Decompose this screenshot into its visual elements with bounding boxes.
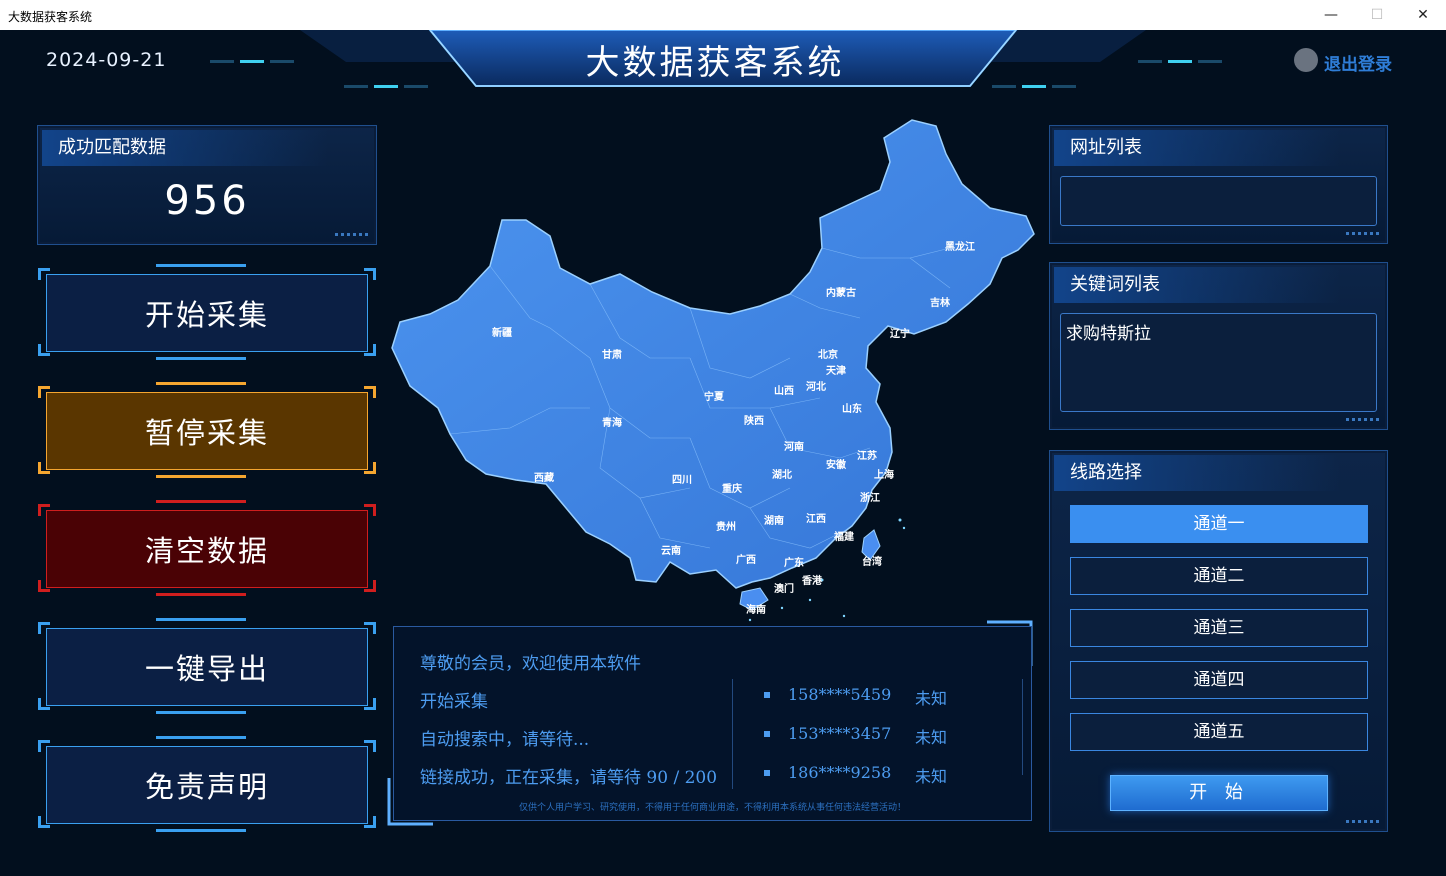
logout-label: 退出登录 <box>1324 55 1392 75</box>
phone-number: 186****9258 <box>788 763 892 782</box>
province-label: 广东 <box>784 558 804 569</box>
log-line: 尊敬的会员，欢迎使用本软件 <box>420 654 641 674</box>
phone-status: 未知 <box>915 689 948 708</box>
province-label: 新疆 <box>492 328 512 339</box>
china-map: 黑龙江 吉林 辽宁 内蒙古 北京 天津 河北 山西 山东 新疆 甘肃 宁夏 陕西… <box>390 108 1040 628</box>
province-label: 江西 <box>806 514 826 525</box>
phone-number: 158****5459 <box>788 685 892 704</box>
province-label: 青海 <box>602 418 622 429</box>
keyword-list-title: 关键词列表 <box>1054 267 1340 303</box>
province-label: 甘肃 <box>602 350 622 361</box>
phone-number: 153****3457 <box>788 724 892 743</box>
route-title: 线路选择 <box>1054 455 1340 491</box>
minimize-button[interactable]: — <box>1308 0 1354 30</box>
header-dashes-right <box>1138 60 1228 64</box>
keyword-list-value: 求购特斯拉 <box>1066 324 1151 344</box>
channel-5-button[interactable]: 通道五 <box>1070 713 1368 751</box>
province-label: 福建 <box>834 532 854 543</box>
log-panel: 尊敬的会员，欢迎使用本软件 开始采集 自动搜索中，请等待... 链接成功，正在采… <box>393 626 1032 821</box>
disclaimer-label: 免责声明 <box>46 746 368 824</box>
start-collect-button[interactable]: 开始采集 <box>38 264 376 360</box>
route-panel: 线路选择 通道一 通道二 通道三 通道四 通道五 开 始 <box>1049 450 1388 832</box>
log-line: 自动搜索中，请等待... <box>420 730 590 750</box>
province-label: 湖南 <box>764 516 784 527</box>
province-label: 香港 <box>802 576 822 587</box>
province-label: 山东 <box>842 404 862 415</box>
log-scrollbar[interactable] <box>1022 679 1023 775</box>
province-label: 重庆 <box>722 484 742 495</box>
avatar-icon <box>1294 48 1318 72</box>
panel-dots <box>1343 220 1379 239</box>
province-label: 吉林 <box>930 298 950 309</box>
pause-collect-button[interactable]: 暂停采集 <box>38 382 376 478</box>
province-label: 云南 <box>661 546 681 557</box>
export-button[interactable]: 一键导出 <box>38 618 376 714</box>
channel-1-button[interactable]: 通道一 <box>1070 505 1368 543</box>
channel-3-button[interactable]: 通道三 <box>1070 609 1368 647</box>
clear-data-button[interactable]: 清空数据 <box>38 500 376 596</box>
header-dashes-right-low <box>992 85 1082 89</box>
province-label: 宁夏 <box>704 392 724 403</box>
disclaimer-button[interactable]: 免责声明 <box>38 736 376 832</box>
province-label: 上海 <box>874 470 894 481</box>
province-label: 辽宁 <box>890 329 910 340</box>
province-label: 澳门 <box>774 584 794 595</box>
bullet-icon <box>764 731 770 737</box>
url-list-panel: 网址列表 <box>1049 125 1388 244</box>
province-label: 四川 <box>672 475 692 486</box>
bullet-icon <box>764 770 770 776</box>
province-label: 陕西 <box>744 416 764 427</box>
province-label: 台湾 <box>862 557 882 568</box>
match-count-panel: 成功匹配数据 956 <box>37 125 377 245</box>
province-label: 山西 <box>774 386 794 397</box>
app-title: 大数据获客系统 <box>585 43 845 83</box>
province-label: 贵州 <box>716 522 736 533</box>
header-dashes-left-low <box>344 85 434 89</box>
log-line: 链接成功，正在采集，请等待 90 / 200 <box>420 768 718 788</box>
window-title: 大数据获客系统 <box>8 10 93 24</box>
province-label: 河北 <box>806 382 826 393</box>
start-collect-label: 开始采集 <box>46 274 368 352</box>
province-label: 西藏 <box>534 473 554 484</box>
province-label: 河南 <box>784 442 804 453</box>
start-button[interactable]: 开 始 <box>1110 775 1328 811</box>
panel-dots <box>1343 808 1379 827</box>
keyword-list-input[interactable]: 求购特斯拉 <box>1060 313 1377 412</box>
province-label: 安徽 <box>826 460 846 471</box>
close-button[interactable]: ✕ <box>1400 0 1446 30</box>
province-label: 天津 <box>826 366 846 377</box>
panel-dots <box>1343 406 1379 425</box>
window-titlebar: 大数据获客系统 — ☐ ✕ <box>0 0 1446 30</box>
match-count-value: 956 <box>164 178 250 224</box>
keyword-list-panel: 关键词列表 求购特斯拉 <box>1049 262 1388 430</box>
china-map-shape <box>391 119 1035 628</box>
url-list-title: 网址列表 <box>1054 130 1340 166</box>
log-line: 开始采集 <box>420 692 488 712</box>
channel-2-button[interactable]: 通道二 <box>1070 557 1368 595</box>
channel-4-button[interactable]: 通道四 <box>1070 661 1368 699</box>
province-label: 黑龙江 <box>945 242 975 253</box>
phone-status: 未知 <box>915 728 948 747</box>
province-label: 广西 <box>736 555 756 566</box>
province-label: 湖北 <box>772 470 792 481</box>
province-label: 江苏 <box>857 451 877 462</box>
pause-collect-label: 暂停采集 <box>46 392 368 470</box>
url-list-input[interactable] <box>1060 176 1377 226</box>
log-divider <box>732 679 733 789</box>
app-body: 2024-09-21 大数据获客系统 退出登录 成功匹配数据 956 开始采集 … <box>0 30 1446 876</box>
panel-dots <box>332 221 368 240</box>
province-label: 内蒙古 <box>826 288 856 299</box>
province-label: 海南 <box>746 605 766 616</box>
current-date: 2024-09-21 <box>46 49 167 71</box>
match-count-title: 成功匹配数据 <box>42 130 329 166</box>
phone-status: 未知 <box>915 767 948 786</box>
clear-data-label: 清空数据 <box>46 510 368 588</box>
maximize-button[interactable]: ☐ <box>1354 0 1400 30</box>
province-label: 北京 <box>818 350 838 361</box>
export-label: 一键导出 <box>46 628 368 706</box>
header-dashes-left <box>210 60 300 64</box>
province-label: 浙江 <box>860 493 880 504</box>
disclaimer-text: 仅供个人用户学习、研究使用，不得用于任何商业用途，不得利用本系统从事任何违法经营… <box>518 803 906 813</box>
bullet-icon <box>764 692 770 698</box>
